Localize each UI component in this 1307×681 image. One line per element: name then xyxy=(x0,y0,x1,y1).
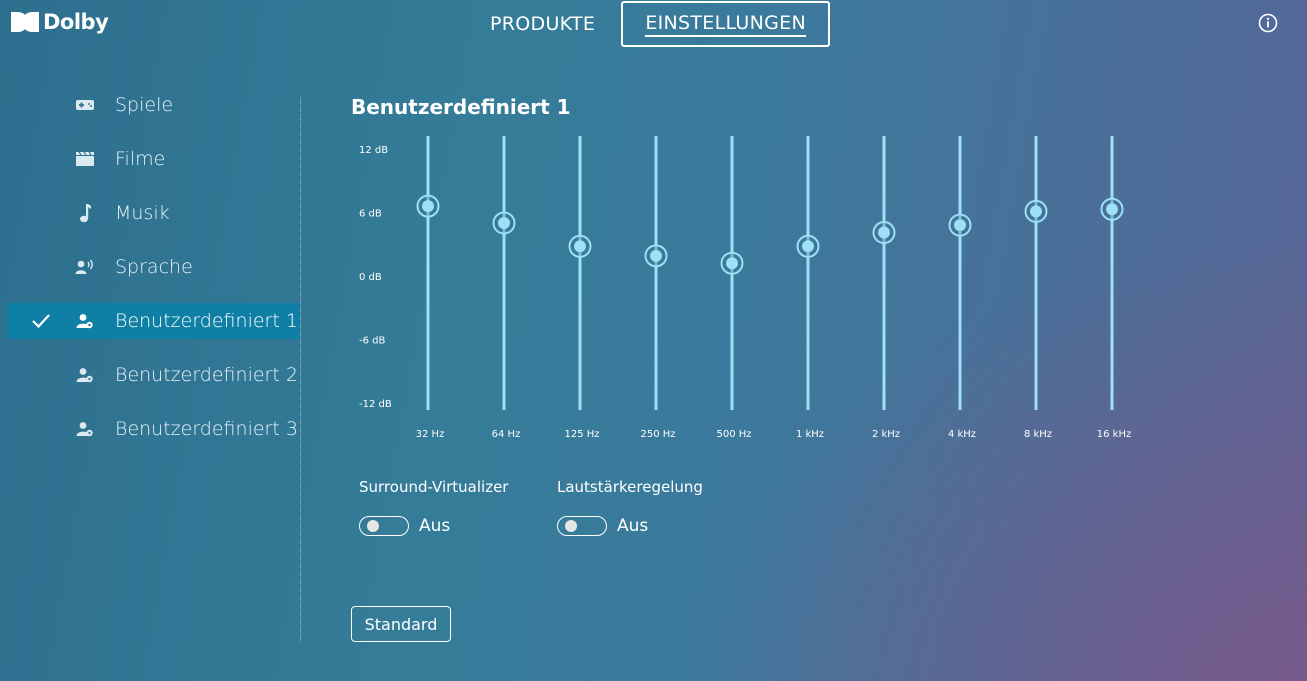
sidebar-item-label: Benutzerdefiniert 3 xyxy=(115,418,298,440)
volume-leveler-label: Lautstärkeregelung xyxy=(557,478,703,496)
toggle-knob xyxy=(565,520,577,532)
eq-slider-handle-dot xyxy=(650,249,662,262)
volume-leveler-setting: Lautstärkeregelung Aus xyxy=(557,478,703,536)
db-axis-label: -6 dB xyxy=(359,336,385,347)
eq-slider-track[interactable] xyxy=(1110,136,1114,410)
tab-produkte-label: PRODUKTE xyxy=(490,13,596,35)
sidebar-item-benutzerdefiniert-2[interactable]: Benutzerdefiniert 2 xyxy=(7,357,300,393)
logo-text: Dolby xyxy=(43,10,109,34)
sidebar-item-sprache[interactable]: Sprache xyxy=(7,249,300,285)
preset-title: Benutzerdefiniert 1 xyxy=(351,95,571,119)
sidebar-item-label: Filme xyxy=(115,148,166,170)
eq-slider-handle-dot xyxy=(1106,203,1118,216)
sidebar-item-spiele[interactable]: Spiele xyxy=(7,87,300,123)
eq-slider-track[interactable] xyxy=(1034,136,1038,410)
eq-frequency-label: 32 Hz xyxy=(416,429,445,440)
db-axis-label: 6 dB xyxy=(359,209,382,220)
eq-band-slider[interactable]: 32 Hz xyxy=(416,136,445,440)
eq-frequency-label: 1 kHz xyxy=(796,429,824,440)
sidebar-item-benutzerdefiniert-1[interactable]: Benutzerdefiniert 1 xyxy=(7,303,300,339)
sidebar-item-label: Benutzerdefiniert 2 xyxy=(115,364,298,386)
surround-virtualizer-setting: Surround-Virtualizer Aus xyxy=(359,478,508,536)
voice-icon xyxy=(75,258,95,276)
sidebar-item-benutzerdefiniert-3[interactable]: Benutzerdefiniert 3 xyxy=(7,411,300,447)
preset-sidebar: Spiele Filme Musik Sprache Benutzerdefin… xyxy=(7,87,300,465)
clapperboard-icon xyxy=(75,150,95,168)
eq-slider-handle-dot xyxy=(498,217,510,230)
eq-frequency-label: 4 kHz xyxy=(948,429,976,440)
user-settings-icon xyxy=(75,420,95,438)
eq-slider-handle-dot xyxy=(802,240,814,253)
surround-virtualizer-state: Aus xyxy=(419,516,451,536)
eq-slider-track[interactable] xyxy=(502,136,506,410)
tab-einstellungen[interactable]: EINSTELLUNGEN xyxy=(621,1,831,47)
db-axis-label: -12 dB xyxy=(359,399,392,410)
surround-virtualizer-label: Surround-Virtualizer xyxy=(359,478,509,496)
gamepad-icon xyxy=(75,96,95,114)
eq-slider-handle-dot xyxy=(878,226,890,239)
eq-frequency-label: 8 kHz xyxy=(1024,429,1052,440)
sidebar-item-filme[interactable]: Filme xyxy=(7,141,300,177)
standard-button[interactable]: Standard xyxy=(351,606,451,642)
eq-slider-handle-dot xyxy=(422,200,434,213)
eq-band-slider[interactable]: 250 Hz xyxy=(640,136,676,440)
dolby-logo-icon xyxy=(11,12,39,32)
eq-slider-track[interactable] xyxy=(806,136,810,410)
eq-slider-handle-dot xyxy=(1030,205,1042,218)
eq-slider-handle-dot xyxy=(954,219,966,232)
dolby-logo: Dolby xyxy=(10,10,109,34)
sidebar-item-label: Musik xyxy=(115,202,170,224)
volume-leveler-toggle[interactable] xyxy=(557,516,607,536)
eq-band-slider[interactable]: 16 kHz xyxy=(1097,136,1131,440)
checkmark-icon xyxy=(31,312,51,330)
eq-frequency-label: 250 Hz xyxy=(640,429,675,440)
eq-slider-track[interactable] xyxy=(958,136,962,410)
db-axis-label: 12 dB xyxy=(359,145,388,156)
user-settings-icon xyxy=(75,366,95,384)
eq-band-slider[interactable]: 125 Hz xyxy=(564,136,600,440)
eq-slider-handle-dot xyxy=(726,257,738,270)
sidebar-item-label: Sprache xyxy=(115,256,193,278)
eq-slider-track[interactable] xyxy=(882,136,886,410)
music-note-icon xyxy=(75,204,95,223)
eq-frequency-label: 16 kHz xyxy=(1097,429,1131,440)
eq-frequency-label: 2 kHz xyxy=(872,429,900,440)
surround-virtualizer-toggle[interactable] xyxy=(359,516,409,536)
eq-slider-track[interactable] xyxy=(654,136,658,410)
info-icon[interactable] xyxy=(1258,13,1278,33)
sidebar-item-label: Spiele xyxy=(115,94,174,116)
equalizer: 12 dB 6 dB 0 dB -6 dB -12 dB 32 Hz 64 Hz 125 H… xyxy=(359,136,1131,440)
eq-slider-track[interactable] xyxy=(578,136,582,410)
eq-slider-track[interactable] xyxy=(426,136,430,410)
eq-band-slider[interactable]: 8 kHz xyxy=(1024,136,1052,440)
eq-band-slider[interactable]: 500 Hz xyxy=(716,136,752,440)
eq-frequency-label: 500 Hz xyxy=(716,429,751,440)
eq-band-slider[interactable]: 64 Hz xyxy=(492,136,521,440)
eq-frequency-label: 125 Hz xyxy=(564,429,599,440)
toggle-knob xyxy=(367,520,379,532)
db-axis-label: 0 dB xyxy=(359,272,382,283)
tab-produkte[interactable]: PRODUKTE xyxy=(476,1,609,47)
eq-slider-handle-dot xyxy=(574,240,586,253)
eq-band-slider[interactable]: 1 kHz xyxy=(796,136,824,440)
volume-leveler-state: Aus xyxy=(617,516,649,536)
eq-frequency-label: 64 Hz xyxy=(492,429,521,440)
eq-band-slider[interactable]: 4 kHz xyxy=(948,136,976,440)
user-settings-icon xyxy=(75,312,95,330)
tab-einstellungen-label: EINSTELLUNGEN xyxy=(645,12,806,37)
sidebar-item-label: Benutzerdefiniert 1 xyxy=(115,310,298,332)
sidebar-item-musik[interactable]: Musik xyxy=(7,195,300,231)
sidebar-divider xyxy=(300,97,301,642)
main-tabs: PRODUKTE EINSTELLUNGEN xyxy=(476,0,831,48)
eq-band-slider[interactable]: 2 kHz xyxy=(872,136,900,440)
